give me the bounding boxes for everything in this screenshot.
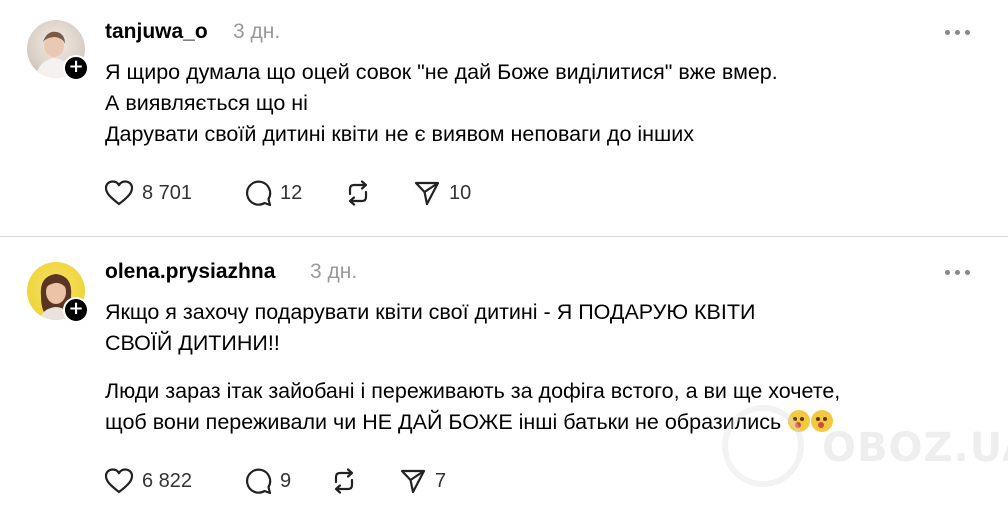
post-time: 3 дн.: [310, 260, 358, 283]
shares-count: 10: [449, 181, 472, 204]
username[interactable]: olena.prysiazhna: [105, 260, 275, 284]
repost-button[interactable]: [330, 466, 358, 496]
like-button[interactable]: 6 822: [104, 466, 192, 496]
comment-button[interactable]: 9: [244, 466, 291, 496]
repost-button[interactable]: [344, 178, 372, 208]
follow-plus-icon[interactable]: +: [63, 297, 89, 323]
post-text-line: Я щиро думала що оцей совок "не дай Боже…: [105, 60, 778, 84]
follow-plus-icon[interactable]: +: [63, 55, 89, 81]
username[interactable]: tanjuwa_o: [105, 20, 208, 44]
repost-icon: [334, 468, 354, 494]
heart-icon: [104, 180, 134, 206]
repost-icon: [348, 180, 368, 206]
post-text-line: Дарувати своїй дитині квіти не є виявом …: [105, 122, 695, 146]
share-button[interactable]: 10: [413, 178, 471, 208]
heart-icon: [104, 468, 134, 494]
post-text: Якщо я захочу подарувати квіти свої дити…: [105, 297, 755, 359]
action-bar: 8 701 12 10: [104, 178, 524, 208]
post-text-line: Люди зараз ітак зайобані і переживають з…: [105, 379, 841, 403]
likes-count: 8 701: [142, 181, 193, 204]
shares-count: 7: [435, 469, 447, 492]
action-bar: 6 822 9 7: [104, 466, 524, 496]
more-dots-icon[interactable]: [945, 30, 971, 36]
post-text-line: СВОЇЙ ДИТИНИ!!: [105, 331, 280, 355]
post-text: Я щиро думала що оцей совок "не дай Боже…: [105, 57, 778, 150]
watermark-text: OBOZ.UA: [822, 425, 1008, 471]
send-icon: [414, 181, 440, 206]
post-text-line: щоб вони переживали чи НЕ ДАЙ БОЖЕ інші …: [105, 410, 782, 434]
comments-count: 9: [280, 469, 292, 492]
share-button[interactable]: 7: [399, 466, 446, 496]
like-button[interactable]: 8 701: [104, 178, 192, 208]
comment-bubble-icon: [246, 180, 272, 207]
comment-bubble-icon: [246, 468, 272, 495]
thread-post: + tanjuwa_o 3 дн. Я щиро думала що оцей …: [0, 0, 1008, 236]
comments-count: 12: [280, 181, 303, 204]
post-text-line: А виявляється що ні: [105, 91, 308, 115]
comment-button[interactable]: 12: [244, 178, 302, 208]
post-text-line: Якщо я захочу подарувати квіти свої дити…: [105, 300, 756, 324]
watermark-globe-icon: [722, 405, 804, 487]
more-dots-icon[interactable]: [945, 270, 971, 276]
post-time: 3 дн.: [233, 20, 281, 43]
watermark: OBOZ.UA: [722, 405, 1008, 487]
send-icon: [400, 469, 426, 494]
likes-count: 6 822: [142, 469, 193, 492]
